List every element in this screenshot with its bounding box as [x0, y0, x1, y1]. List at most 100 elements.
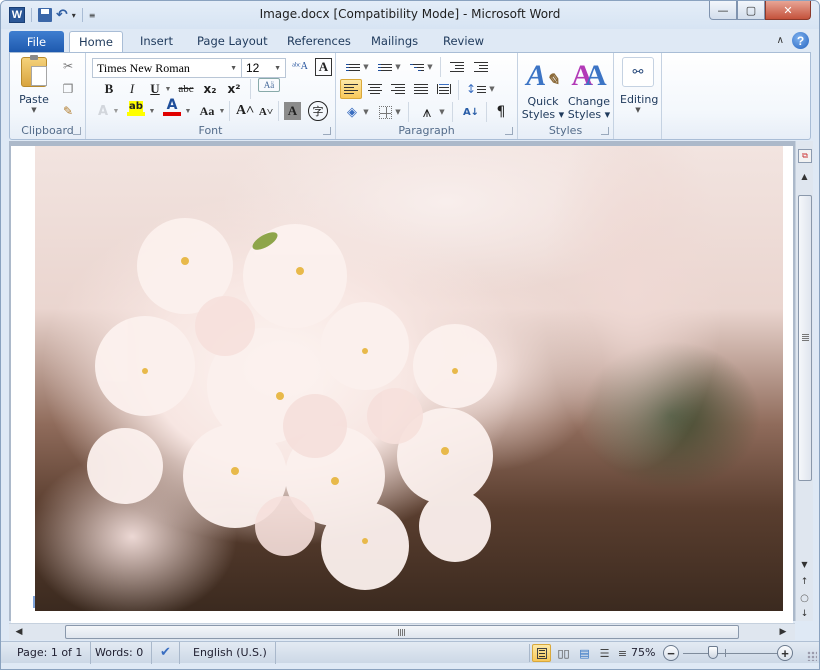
format-painter-icon[interactable]: ✎: [60, 103, 76, 119]
copy-icon[interactable]: ❐: [60, 81, 76, 97]
multilevel-dropdown-icon[interactable]: ▼: [426, 58, 434, 76]
horizontal-scrollbar[interactable]: ◀ ▶: [9, 623, 795, 640]
change-case-button[interactable]: Aa: [196, 102, 218, 120]
scroll-left-button[interactable]: ◀: [11, 624, 27, 640]
page-count-status[interactable]: Page: 1 of 1: [9, 642, 92, 664]
zoom-slider-thumb[interactable]: [708, 646, 719, 659]
full-screen-reading-button[interactable]: ▯▯: [554, 644, 573, 662]
line-spacing-dropdown-icon[interactable]: ▼: [488, 80, 496, 98]
highlight-button[interactable]: ab: [126, 99, 146, 117]
tab-home[interactable]: Home: [69, 31, 123, 54]
decrease-indent-button[interactable]: [448, 58, 466, 76]
zoom-in-button[interactable]: +: [777, 645, 793, 661]
text-effects-button[interactable]: A: [94, 102, 112, 120]
word-count-status[interactable]: Words: 0: [87, 642, 153, 664]
highlight-dropdown-icon[interactable]: ▼: [148, 102, 156, 120]
text-effects-dropdown-icon[interactable]: ▼: [112, 102, 120, 120]
char-border-button[interactable]: A: [315, 58, 332, 76]
show-hide-marks-button[interactable]: ¶: [492, 103, 510, 121]
font-dialog-launcher[interactable]: [323, 127, 331, 135]
tab-references[interactable]: References: [278, 31, 360, 53]
shading-dropdown-icon[interactable]: ▼: [362, 103, 370, 121]
numbering-button[interactable]: [376, 58, 394, 76]
font-name-select[interactable]: Times New Roman ▼: [92, 58, 242, 78]
bold-button[interactable]: B: [100, 80, 118, 98]
borders-dropdown-icon[interactable]: ▼: [394, 103, 402, 121]
close-button[interactable]: ✕: [765, 1, 811, 20]
clipboard-dialog-launcher[interactable]: [73, 127, 81, 135]
superscript-button[interactable]: x²: [224, 80, 244, 98]
scroll-up-button[interactable]: ▲: [796, 169, 813, 183]
shrink-font-button[interactable]: A˅: [258, 103, 274, 121]
bullets-button[interactable]: [344, 58, 362, 76]
paste-button[interactable]: Paste ▼: [14, 55, 54, 117]
align-right-button[interactable]: [388, 80, 408, 98]
proofing-status[interactable]: ✔: [152, 642, 180, 664]
quick-styles-button[interactable]: A✎ Quick Styles ▾: [520, 57, 566, 121]
subscript-button[interactable]: x₂: [200, 80, 220, 98]
previous-page-button[interactable]: ↑: [796, 575, 813, 589]
minimize-button[interactable]: —: [709, 1, 737, 20]
borders-button[interactable]: [376, 103, 394, 121]
maximize-button[interactable]: ▢: [737, 1, 765, 20]
draft-view-button[interactable]: ≡: [613, 644, 632, 662]
language-status[interactable]: English (U.S.): [185, 642, 276, 664]
shading-button[interactable]: ◈: [342, 103, 362, 121]
multilevel-list-button[interactable]: [408, 58, 426, 76]
asian-layout-dropdown-icon[interactable]: ▼: [438, 103, 446, 121]
grow-font-button[interactable]: A˄: [236, 102, 254, 120]
tab-insert[interactable]: Insert: [131, 31, 182, 53]
editing-button[interactable]: ⚯ Editing ▼: [620, 57, 658, 114]
editing-dropdown-icon: ▼: [635, 106, 641, 114]
change-case-dropdown-icon[interactable]: ▼: [218, 102, 226, 120]
tab-file[interactable]: File: [9, 31, 64, 53]
font-color-dropdown-icon[interactable]: ▼: [184, 102, 192, 120]
select-browse-object-button[interactable]: ○: [796, 591, 813, 605]
enclose-characters-button[interactable]: 字: [308, 101, 328, 121]
vertical-scrollbar[interactable]: ⧉ ▲ ▼ ↑ ○ ↓: [795, 141, 813, 621]
scroll-right-button[interactable]: ▶: [775, 624, 791, 640]
font-color-button[interactable]: A: [162, 98, 182, 116]
cherry-blossom-image[interactable]: [35, 146, 783, 611]
underline-button[interactable]: U: [146, 80, 164, 98]
clear-formatting-button[interactable]: ᵃᵇᶜA: [291, 57, 309, 75]
asian-layout-button[interactable]: ⩚: [416, 103, 438, 121]
zoom-slider-track[interactable]: [683, 653, 777, 654]
resize-grip[interactable]: [807, 651, 817, 661]
paragraph-dialog-launcher[interactable]: [505, 127, 513, 135]
tab-review[interactable]: Review: [434, 31, 493, 53]
numbering-dropdown-icon[interactable]: ▼: [394, 58, 402, 76]
distributed-button[interactable]: [434, 80, 454, 98]
horizontal-scroll-thumb[interactable]: [65, 625, 739, 639]
line-spacing-button[interactable]: ↕: [464, 80, 488, 98]
char-shading-button[interactable]: A: [284, 102, 301, 120]
cut-icon[interactable]: ✂: [60, 58, 76, 74]
view-ruler-icon[interactable]: ⧉: [798, 149, 812, 163]
print-layout-view-button[interactable]: [532, 644, 551, 662]
bullets-dropdown-icon[interactable]: ▼: [362, 58, 370, 76]
styles-dialog-launcher[interactable]: [601, 127, 609, 135]
align-left-button[interactable]: [340, 79, 362, 99]
outline-view-button[interactable]: ☰: [595, 644, 614, 662]
sort-button[interactable]: A↓: [460, 103, 482, 121]
change-styles-button[interactable]: AA Change Styles ▾: [566, 57, 612, 121]
zoom-level[interactable]: 75%: [631, 642, 655, 663]
zoom-out-button[interactable]: −: [663, 645, 679, 661]
web-layout-button[interactable]: ▤: [575, 644, 594, 662]
increase-indent-button[interactable]: [472, 58, 490, 76]
tab-page-layout[interactable]: Page Layout: [188, 31, 277, 53]
help-icon[interactable]: ?: [792, 32, 809, 49]
vertical-scroll-thumb[interactable]: [798, 195, 812, 481]
next-page-button[interactable]: ↓: [796, 607, 813, 621]
document-page[interactable]: [11, 146, 793, 626]
tab-mailings[interactable]: Mailings: [362, 31, 427, 53]
scroll-down-button[interactable]: ▼: [796, 557, 813, 571]
strikethrough-button[interactable]: abc: [175, 80, 197, 98]
align-center-button[interactable]: [365, 80, 385, 98]
italic-button[interactable]: I: [123, 80, 141, 98]
justify-button[interactable]: [411, 80, 431, 98]
underline-dropdown-icon[interactable]: ▼: [164, 80, 172, 98]
collapse-ribbon-icon[interactable]: ∧: [777, 35, 784, 46]
phonetic-guide-button[interactable]: Aä: [258, 78, 280, 92]
font-size-select[interactable]: 12 ▼: [242, 58, 286, 78]
